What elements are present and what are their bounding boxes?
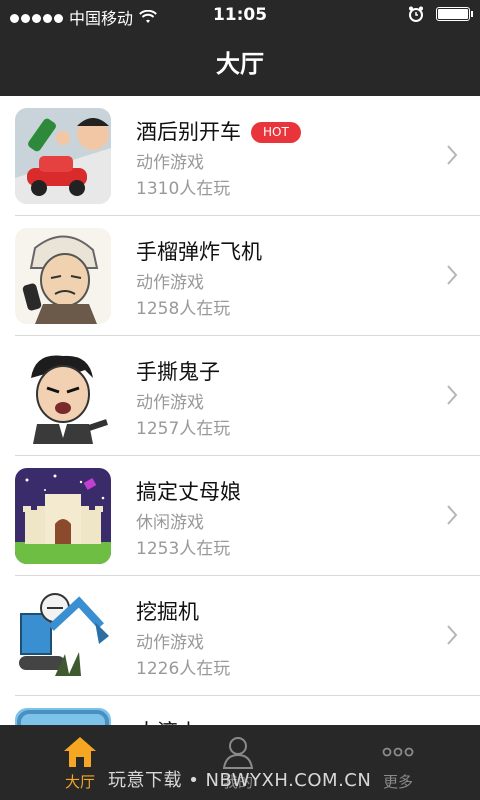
tear-enemy-game-icon [15,348,111,444]
chevron-right-icon [447,265,458,285]
game-category: 动作游戏 [136,393,204,413]
grenade-plane-game-icon [15,228,111,324]
game-title: 酒后别开车 HOT [136,116,301,146]
game-row-tear-enemy[interactable]: 手撕鬼子 动作游戏 1257人在玩 [15,336,480,456]
player-count: 1226人在玩 [136,659,231,679]
partial-game-icon [15,708,111,725]
game-category: 动作游戏 [136,273,204,293]
battery-icon [436,7,473,21]
status-bar: 中国移动 11:05 [0,0,480,32]
game-category: 动作游戏 [136,633,204,653]
game-title: 手榴弹炸飞机 [136,240,262,264]
chevron-right-icon [447,625,458,645]
hot-badge: HOT [251,122,301,143]
game-title: 大滚山 [136,716,199,725]
more-icon [382,747,414,757]
game-category: 休闲游戏 [136,513,204,533]
tab-label: 大厅 [64,773,95,791]
chevron-right-icon [447,385,458,405]
game-list[interactable]: 酒后别开车 HOT 动作游戏 1310人在玩 手榴弹炸飞机 动作游戏 1258人在… [0,96,480,725]
game-title-text: 酒后别开车 [136,120,241,144]
game-title: 手撕鬼子 [136,360,220,384]
tab-label: 更多 [382,773,413,791]
page-title: 大厅 [216,50,264,78]
player-count: 1258人在玩 [136,299,231,319]
game-title: 挖掘机 [136,600,199,624]
game-category: 动作游戏 [136,153,204,173]
excavator-game-icon [15,588,111,684]
player-count: 1310人在玩 [136,179,231,199]
player-count: 1257人在玩 [136,419,231,439]
game-row-grenade-plane[interactable]: 手榴弹炸飞机 动作游戏 1258人在玩 [15,216,480,336]
game-row-castle[interactable]: 搞定丈母娘 休闲游戏 1253人在玩 [15,456,480,576]
chevron-right-icon [447,145,458,165]
nav-bar: 大厅 [0,32,480,96]
chevron-right-icon [447,505,458,525]
game-row-drunk-driving[interactable]: 酒后别开车 HOT 动作游戏 1310人在玩 [15,96,480,216]
watermark: 玩意下载 • NBWYXH.COM.CN [108,770,372,791]
alarm-icon [409,6,423,22]
castle-game-icon [15,468,111,564]
game-row-excavator[interactable]: 挖掘机 动作游戏 1226人在玩 [15,576,480,696]
game-title: 搞定丈母娘 [136,480,241,504]
player-count: 1253人在玩 [136,539,231,559]
game-row-partial[interactable]: 大滚山 [15,696,480,725]
drunk-driving-game-icon [15,108,111,204]
user-icon [222,737,254,769]
home-icon [64,737,96,767]
